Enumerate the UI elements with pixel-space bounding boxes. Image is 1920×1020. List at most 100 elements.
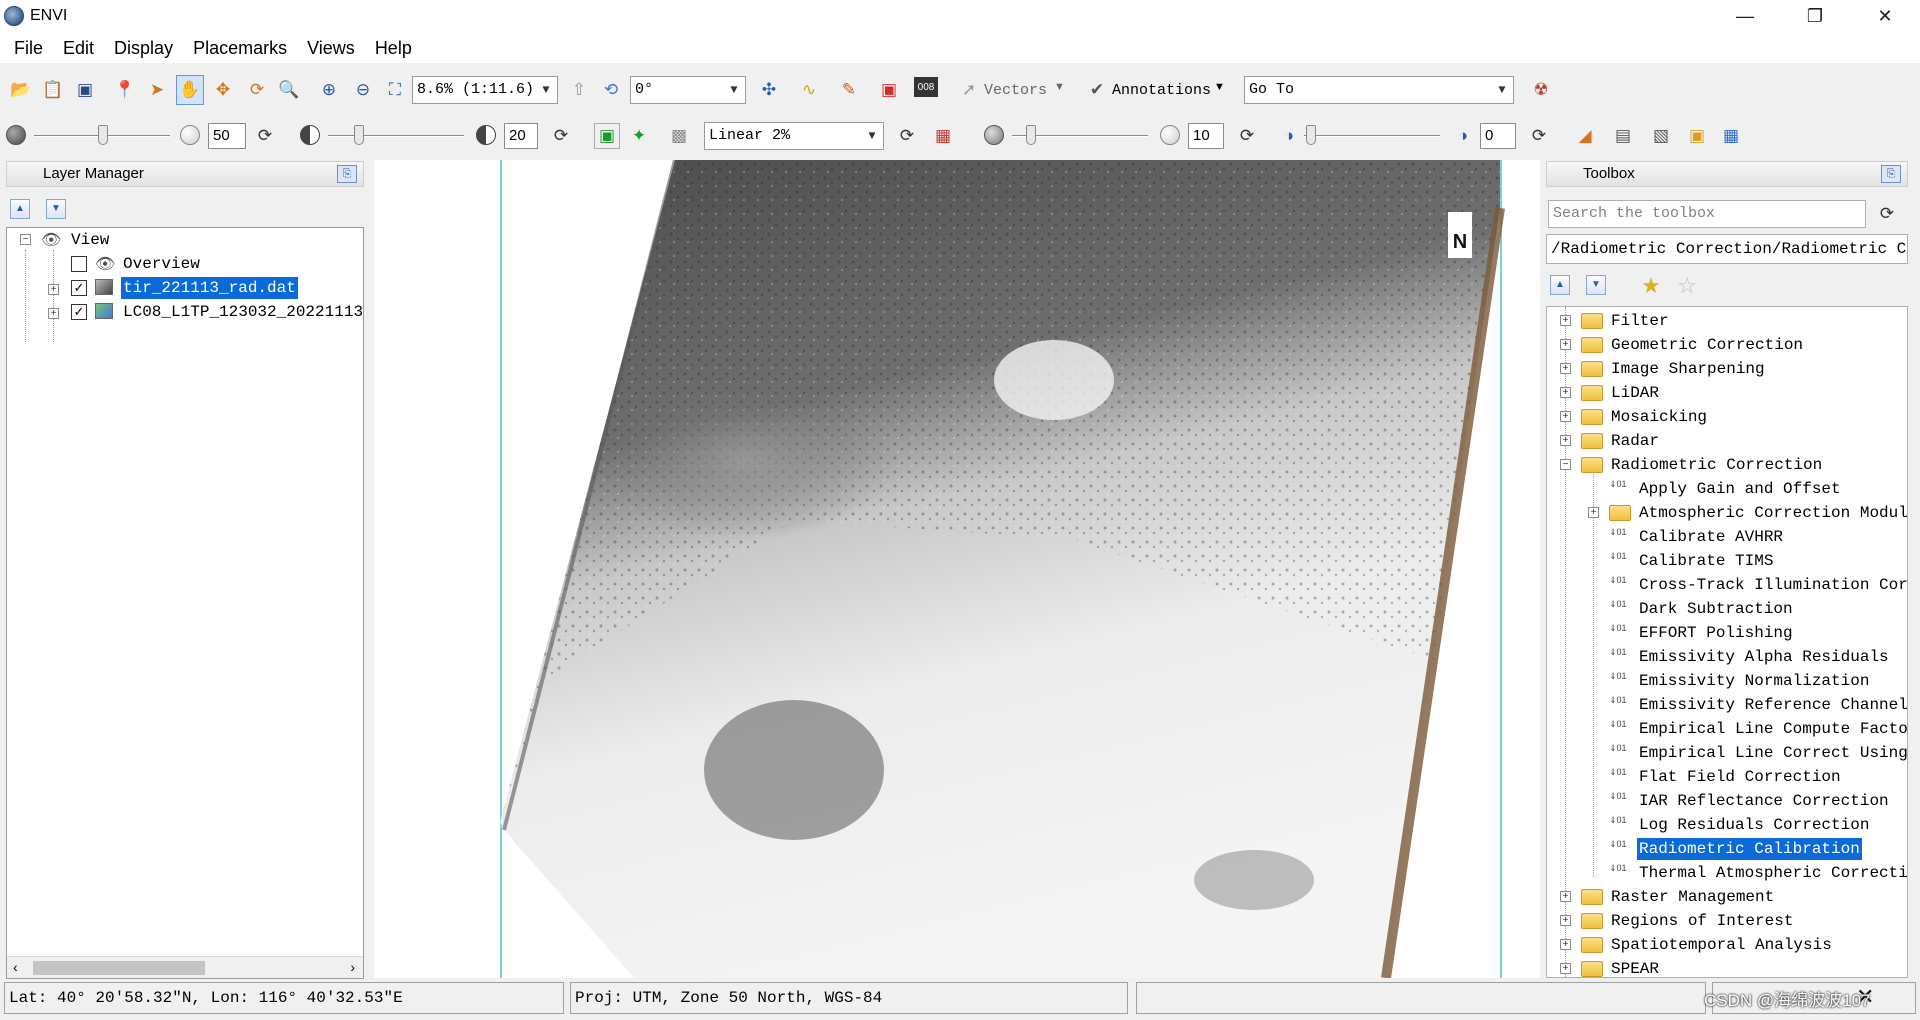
move-up-icon[interactable]: ▲ [10,199,30,219]
image-view[interactable]: N [374,160,1540,978]
tool-effort-polishing[interactable]: EFFORT Polishing [1639,622,1793,644]
brightness-slider-thumb[interactable] [98,125,108,145]
crosshair-icon[interactable]: ✣ [756,77,782,103]
rotate-north-icon[interactable]: ⇧ [566,77,592,103]
pixel-locator-icon[interactable]: 008 [914,77,938,97]
reset-transparency-icon[interactable]: ⟳ [1526,123,1552,149]
expand-folder-icon[interactable]: + [1560,411,1571,422]
toolbox-folder-lidar[interactable]: LiDAR [1611,382,1659,404]
layer-lc08-checkbox[interactable]: ✓ [71,304,87,320]
pin-icon[interactable]: ⎘ [1881,165,1901,183]
color-table-icon[interactable]: ▦ [930,123,956,149]
vectors-menu[interactable]: Vectors [984,82,1047,99]
zoom-out-icon[interactable]: ⊖ [350,77,376,103]
toolbox-folder-roi[interactable]: Regions of Interest [1611,910,1793,932]
expand-folder-icon[interactable]: + [1560,387,1571,398]
rotate-icon[interactable]: ⟳ [244,77,270,103]
fit-view-icon[interactable]: ✦ [626,123,652,149]
vectors-icon[interactable]: ➚ [956,77,982,103]
reset-stretch-icon[interactable]: ⟳ [894,123,920,149]
layer-tir-rad[interactable]: tir_221113_rad.dat [121,277,298,299]
zoom-combo[interactable]: 8.6% (1:11.6) ▼ [412,76,558,104]
minimize-button[interactable]: — [1710,0,1780,33]
profile-icon[interactable]: ✎ [836,77,862,103]
menu-display[interactable]: Display [104,33,183,63]
transparency-slider[interactable] [1304,135,1440,137]
expand-layer-icon[interactable]: + [48,284,59,295]
toolbox-search-input[interactable]: Search the toolbox [1548,200,1866,228]
reset-contrast-icon[interactable]: ⟳ [548,123,574,149]
expand-folder-icon[interactable]: + [1588,507,1599,518]
tool-iar-reflectance[interactable]: IAR Reflectance Correction [1639,790,1889,812]
roi-icon[interactable]: ▣ [876,77,902,103]
toolbox-folder-atmospheric[interactable]: Atmospheric Correction Module [1639,502,1907,524]
expand-folder-icon[interactable]: + [1560,339,1571,350]
expand-folder-icon[interactable]: + [1560,315,1571,326]
menu-placemarks[interactable]: Placemarks [183,33,297,63]
measure-icon[interactable]: ◢ [1572,123,1598,149]
full-extent-icon[interactable]: ▣ [594,123,620,149]
tool-flat-field[interactable]: Flat Field Correction [1639,766,1841,788]
expand-layer-icon[interactable]: + [48,308,59,319]
expand-folder-icon[interactable]: + [1560,915,1571,926]
collapse-view-icon[interactable]: − [20,234,31,245]
toolbox-folder-radiometric[interactable]: Radiometric Correction [1611,454,1822,476]
transparency-input[interactable]: 0 [1480,123,1516,149]
brightness-input[interactable]: 50 [208,123,246,149]
expand-folder-icon[interactable]: + [1560,363,1571,374]
select-arrow-icon[interactable]: ➤ [144,77,170,103]
open-file-icon[interactable]: 📂 [8,77,34,103]
reset-sharpen-icon[interactable]: ⟳ [1234,123,1260,149]
expand-folder-icon[interactable]: + [1560,963,1571,974]
stretch-type-icon[interactable]: ▩ [666,123,692,149]
tool-emissivity-reference[interactable]: Emissivity Reference Channel [1639,694,1907,716]
favorite-star-icon[interactable]: ★ [1638,273,1664,299]
tree-view-root[interactable]: View [71,229,109,251]
pin-icon[interactable]: ⎘ [337,165,357,183]
tool-empirical-line-correct[interactable]: Empirical Line Correct Using E [1639,742,1907,764]
layer-tir-checkbox[interactable]: ✓ [71,280,87,296]
layer-overview[interactable]: Overview [123,253,200,275]
close-button[interactable]: ✕ [1850,0,1920,33]
tool-calibrate-tims[interactable]: Calibrate TIMS [1639,550,1773,572]
contrast-input[interactable]: 20 [504,123,538,149]
stretch-combo[interactable]: Linear 2% ▼ [704,122,884,150]
zoom-in-icon[interactable]: ⊕ [316,77,342,103]
tool-radiometric-calibration[interactable]: Radiometric Calibration [1637,838,1862,860]
toolbox-folder-radar[interactable]: Radar [1611,430,1659,452]
move-down-icon[interactable]: ▼ [46,199,66,219]
toolbox-folder-geometric[interactable]: Geometric Correction [1611,334,1803,356]
rotation-combo[interactable]: 0° ▼ [630,76,746,104]
menu-file[interactable]: File [4,33,53,63]
scrollbar-thumb[interactable] [33,961,205,975]
chip-view-icon[interactable]: ▣ [72,77,98,103]
fly-icon[interactable]: ✥ [210,77,236,103]
rotate-view-icon[interactable]: ⟲ [598,77,624,103]
contrast-slider-thumb[interactable] [354,125,364,145]
tool-emissivity-normalization[interactable]: Emissivity Normalization [1639,670,1869,692]
tool-dark-subtraction[interactable]: Dark Subtraction [1639,598,1793,620]
toolbox-folder-raster-mgmt[interactable]: Raster Management [1611,886,1774,908]
overview-checkbox[interactable] [71,256,87,272]
sharpen-slider-thumb[interactable] [1026,125,1036,145]
toolbox-folder-sharpening[interactable]: Image Sharpening [1611,358,1765,380]
expand-folder-icon[interactable]: + [1560,435,1571,446]
toolbox-folder-mosaicking[interactable]: Mosaicking [1611,406,1707,428]
favorite-star-outline-icon[interactable]: ☆ [1674,273,1700,299]
tool-apply-gain-offset[interactable]: Apply Gain and Offset [1639,478,1841,500]
refresh-icon[interactable]: ⟳ [1874,201,1900,227]
layer-icon-1[interactable]: ▤ [1610,123,1636,149]
tool-thermal-atmospheric[interactable]: Thermal Atmospheric Correction [1639,862,1907,884]
tool-log-residuals[interactable]: Log Residuals Correction [1639,814,1869,836]
tool-calibrate-avhrr[interactable]: Calibrate AVHRR [1639,526,1783,548]
annotation-icon[interactable]: ✔ [1084,77,1110,103]
goto-combo[interactable]: Go To ▼ [1244,76,1514,104]
collapse-folder-icon[interactable]: − [1560,459,1571,470]
spectral-profile-icon[interactable]: ∿ [796,77,822,103]
toolbox-folder-filter[interactable]: Filter [1611,310,1669,332]
toolbox-folder-spear[interactable]: SPEAR [1611,958,1659,977]
pan-hand-icon[interactable]: ✋ [176,75,204,105]
layer-icon-3[interactable]: ▣ [1684,123,1710,149]
toolbox-path-field[interactable]: /Radiometric Correction/Radiometric Cali… [1546,234,1908,264]
layer-lc08[interactable]: LC08_L1TP_123032_20221113_2 [123,301,363,323]
